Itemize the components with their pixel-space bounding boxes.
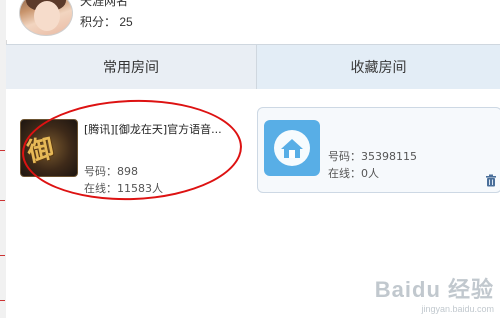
watermark: Baidu 经验 jingyan.baidu.com: [375, 272, 494, 314]
edge-mark: [0, 300, 5, 301]
tab-favorite-rooms[interactable]: 收藏房间: [257, 45, 500, 89]
points-value: 25: [119, 15, 133, 29]
points: 积分： 25: [80, 13, 133, 30]
home-icon: [264, 120, 320, 176]
room-online-value: 0人: [361, 167, 379, 180]
avatar[interactable]: [19, 0, 73, 36]
room-online: 在线：0人: [328, 165, 379, 181]
room-id-label: 号码：: [328, 150, 361, 163]
watermark-logo: Baidu 经验: [374, 277, 494, 302]
points-label: 积分：: [80, 15, 117, 29]
tab-common-rooms[interactable]: 常用房间: [6, 45, 257, 89]
room-id-value: 35398115: [361, 150, 417, 163]
room-tabs: 常用房间 收藏房间: [6, 44, 500, 90]
room-online-label: 在线：: [328, 167, 361, 180]
edge-mark: [0, 200, 5, 201]
edge-mark: [0, 150, 5, 151]
trash-icon[interactable]: [485, 174, 497, 187]
profile-header: 天涯网名 积分： 25: [6, 0, 500, 40]
watermark-url: jingyan.baidu.com: [421, 304, 494, 314]
room-card[interactable]: 号码：35398115 在线：0人: [257, 107, 500, 193]
username: 天涯网名: [80, 0, 129, 8]
avatar-face: [34, 1, 60, 31]
room-id: 号码：35398115: [328, 148, 417, 164]
home-icon-glyph: [274, 130, 310, 166]
edge-mark: [0, 255, 5, 256]
